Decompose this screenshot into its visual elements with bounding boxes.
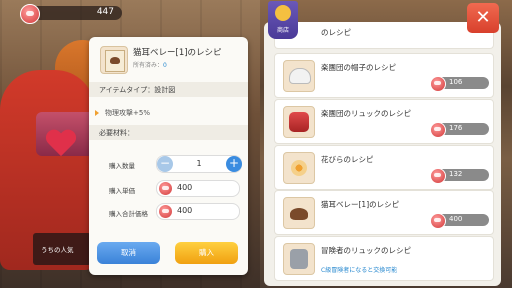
materials-section: 必要材料： xyxy=(89,125,248,140)
unit-price-value: 400 xyxy=(177,183,193,192)
price-pill: 176 xyxy=(430,122,489,138)
unit-price-label: 購入単価 xyxy=(109,187,135,195)
list-item[interactable]: 冒険者のリュックのレシピ C級冒険者になると交換可能 xyxy=(274,236,494,281)
list-item[interactable]: 楽團団のリュックのレシピ 176 xyxy=(274,99,494,144)
close-button[interactable]: ✕ xyxy=(467,3,499,33)
price-pill: 132 xyxy=(430,168,489,184)
coin-icon xyxy=(430,76,446,92)
owned-count: 所有済み：0 xyxy=(133,62,167,69)
beret-icon xyxy=(283,197,315,229)
cancel-button[interactable]: 取消 xyxy=(97,242,160,264)
price-pill: 400 xyxy=(430,213,489,229)
item-type-section: アイテムタイプ：設計図 xyxy=(89,82,248,97)
shop-panel: のレシピ 楽團団の帽子のレシピ 106 楽團団のリュックのレシピ 176 花びら… xyxy=(264,22,501,286)
bullet-icon xyxy=(95,110,99,116)
list-item[interactable]: 楽團団の帽子のレシピ 106 xyxy=(274,53,494,98)
total-price-field: 400 xyxy=(156,203,240,220)
qty-label: 購入数量 xyxy=(109,162,135,170)
list-item[interactable]: 猫耳ベレー[1]のレシピ 400 xyxy=(274,190,494,235)
shop-icon xyxy=(275,5,291,21)
quantity-stepper: − 1 + xyxy=(156,155,242,173)
total-price-label: 購入合計価格 xyxy=(109,210,148,218)
plus-button[interactable]: + xyxy=(226,156,242,172)
unit-price-field: 400 xyxy=(156,180,240,197)
backpack-icon xyxy=(283,106,315,138)
currency-coin-icon xyxy=(20,4,40,24)
locked-pack-icon xyxy=(283,243,315,275)
coin-icon xyxy=(430,168,446,184)
recipe-purchase-dialog: 猫耳ベレー[1]のレシピ 所有済み：0 アイテムタイプ：設計図 物理攻撃+5% … xyxy=(89,37,248,275)
shop-badge: 商店 xyxy=(268,1,298,39)
unlock-condition: C級冒険者になると交換可能 xyxy=(321,267,398,274)
hat-icon xyxy=(283,60,315,92)
coin-icon xyxy=(430,122,446,138)
heart-decoration-icon xyxy=(46,130,76,160)
item-effect: 物理攻撃+5% xyxy=(95,108,150,118)
currency-amount: 447 xyxy=(96,7,114,17)
recipe-item-icon xyxy=(100,46,128,74)
price-pill: 106 xyxy=(430,76,489,92)
list-item-partial[interactable]: のレシピ xyxy=(274,22,494,49)
close-icon: ✕ xyxy=(475,7,491,28)
currency-bar: 447 xyxy=(20,4,122,24)
chat-text: うちの人気 xyxy=(41,246,74,254)
buy-button[interactable]: 購入 xyxy=(175,242,238,264)
coin-icon xyxy=(430,213,446,229)
list-item[interactable]: 花びらのレシピ 132 xyxy=(274,145,494,190)
chat-bubble: うちの人気 xyxy=(33,233,91,265)
coin-icon xyxy=(159,182,172,195)
dialog-title: 猫耳ベレー[1]のレシピ xyxy=(133,48,222,58)
total-price-value: 400 xyxy=(177,206,193,215)
coin-icon xyxy=(159,205,172,218)
flower-icon xyxy=(283,152,315,184)
